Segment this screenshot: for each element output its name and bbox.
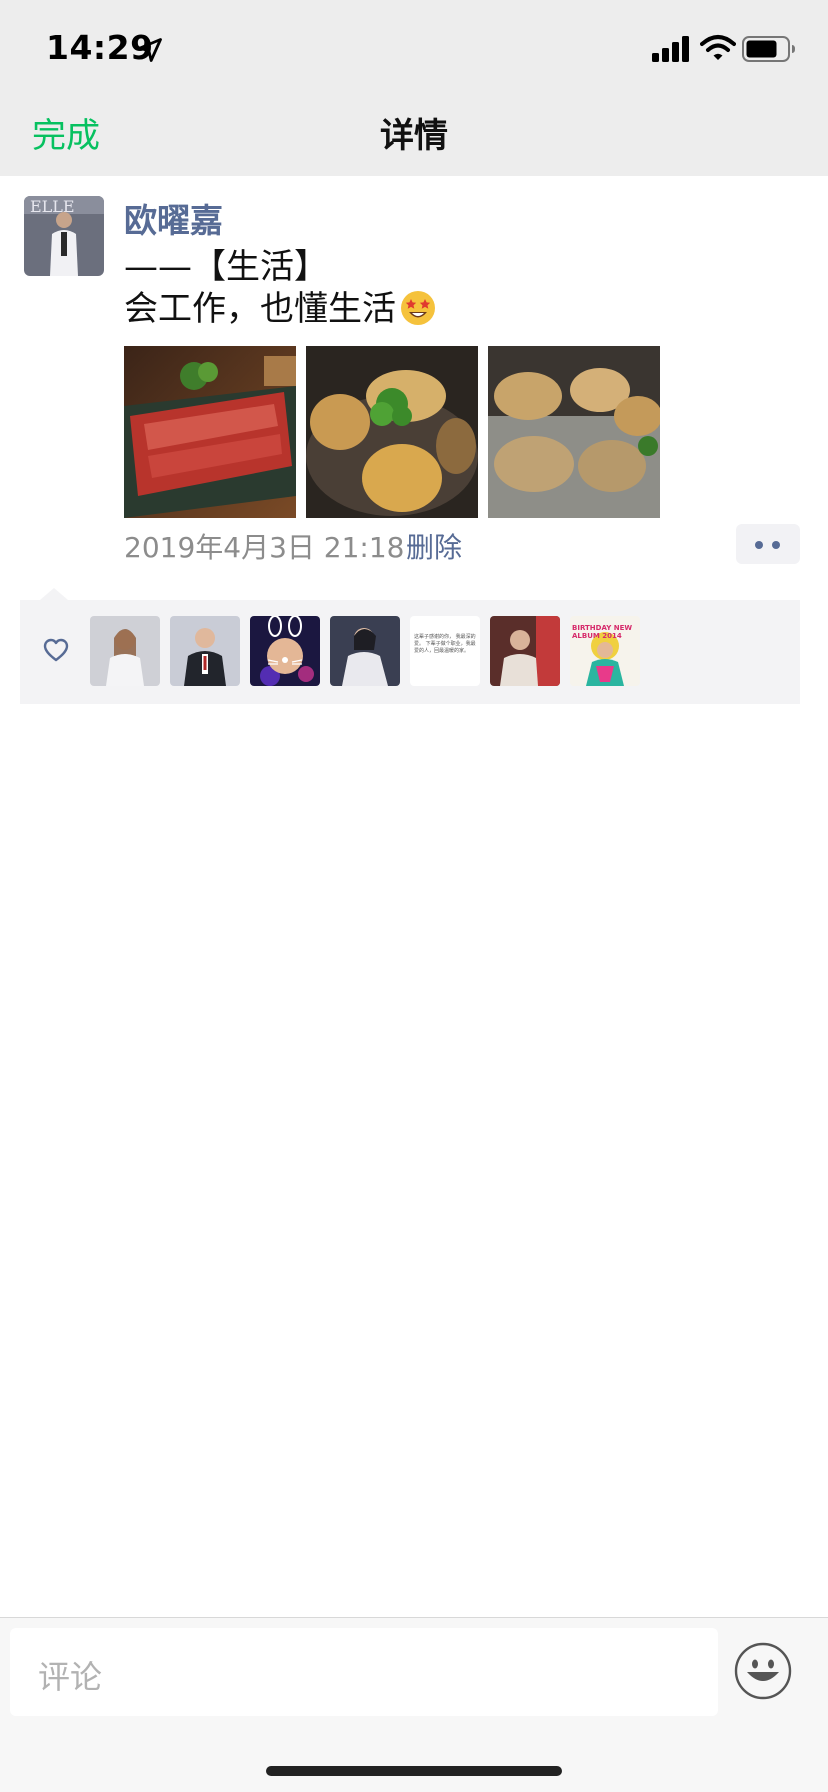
- liker-7-text: BIRTHDAY NEW ALBUM 2014: [572, 624, 633, 640]
- likes-arrow: [40, 588, 68, 600]
- comment-placeholder: 评论: [38, 1658, 103, 1696]
- author-avatar[interactable]: ELLE: [24, 196, 104, 276]
- liker-avatar-3[interactable]: [250, 616, 320, 686]
- post-photo-1[interactable]: [124, 346, 296, 518]
- content-line-1: ——【生活】: [124, 247, 328, 287]
- star-struck-emoji: [401, 291, 435, 325]
- page-title: 详情: [380, 116, 448, 156]
- smiley-icon[interactable]: [734, 1642, 792, 1700]
- liker-avatar-2[interactable]: [170, 616, 240, 686]
- liker-5-text: 这辈子感谢的你， 我最深的爱。 下辈子做个职业，我最爱的人，回最温暖的家。: [414, 634, 476, 654]
- content-line-2: 会工作，也懂生活: [124, 288, 436, 330]
- liker-avatar-5[interactable]: 这辈子感谢的你， 我最深的爱。 下辈子做个职业，我最爱的人，回最温暖的家。: [410, 616, 480, 686]
- liker-avatar-7[interactable]: BIRTHDAY NEW ALBUM 2014: [570, 616, 640, 686]
- home-indicator: [266, 1766, 562, 1776]
- dot-icon: [772, 541, 780, 549]
- liker-avatar-6[interactable]: [490, 616, 560, 686]
- liker-avatar-4[interactable]: [330, 616, 400, 686]
- heart-icon: [43, 638, 69, 662]
- author-name[interactable]: 欧曜嘉: [124, 194, 223, 242]
- post-photo-2[interactable]: [306, 346, 478, 518]
- dot-icon: [755, 541, 763, 549]
- delete-link[interactable]: 删除: [406, 526, 462, 566]
- post-timestamp: 2019年4月3日 21:18: [124, 531, 405, 564]
- more-actions-button[interactable]: [736, 524, 800, 564]
- post-photo-3[interactable]: [488, 346, 660, 518]
- post-content: ——【生活】 会工作，也懂生活: [124, 246, 436, 330]
- comment-input[interactable]: [10, 1628, 718, 1716]
- location-arrow-icon: [138, 38, 162, 62]
- liker-avatar-1[interactable]: [90, 616, 160, 686]
- battery-icon: [742, 36, 795, 62]
- wifi-icon: [700, 35, 736, 60]
- signal-icon: [652, 36, 689, 62]
